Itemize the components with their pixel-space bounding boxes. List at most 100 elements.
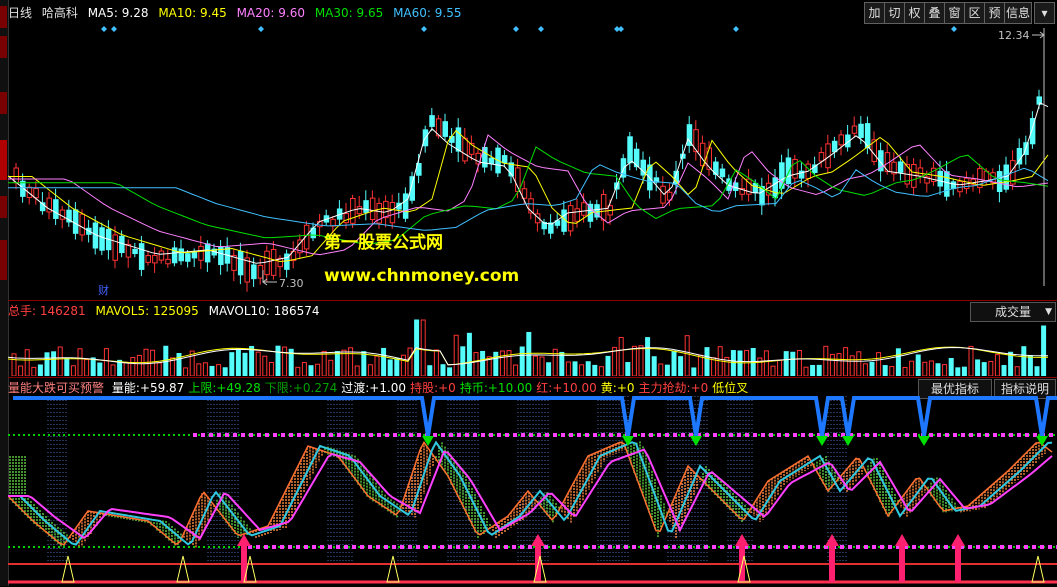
volume-bar: [889, 366, 895, 376]
volume-bar: [618, 336, 624, 376]
oscillator-line: [8, 440, 1053, 546]
volume-bar: [249, 345, 255, 376]
volume-bar: [902, 366, 908, 376]
volume-bar: [420, 319, 426, 376]
volume-bar: [1027, 354, 1033, 376]
watermark-title: 第一股票公式网: [324, 232, 443, 253]
low-price-label: 7.30: [279, 277, 304, 290]
volume-bar: [790, 351, 796, 376]
candle-body: [330, 218, 336, 227]
indicator-name[interactable]: 量能大跌可买预警: [8, 381, 104, 395]
volume-bar: [645, 337, 651, 376]
volume-bar: [513, 364, 519, 376]
indicator-readout-label: 持币:: [459, 381, 488, 395]
red-up-arrow-icon: [951, 534, 965, 582]
indicator-chart[interactable]: [8, 396, 1057, 586]
volume-bar: [532, 355, 538, 376]
candle-body: [185, 253, 191, 262]
volume-chart[interactable]: [8, 318, 1057, 376]
volume-bar: [130, 356, 136, 376]
indicator-readout-label: 红:: [536, 381, 553, 395]
volume-bar: [315, 363, 321, 376]
toolbar-alert-button[interactable]: 预: [984, 2, 1005, 24]
candle-body: [270, 249, 277, 276]
indicator-readout-value: +59.87: [139, 381, 185, 395]
candle-body: [119, 235, 125, 254]
volume-bar: [796, 349, 802, 376]
candle-body: [996, 171, 1003, 193]
volume-bar: [671, 350, 677, 376]
volume-bar: [948, 357, 954, 376]
candle-body: [897, 161, 904, 173]
price-signal-markers: [101, 26, 957, 32]
volume-bar: [216, 364, 222, 376]
volume-bar: [856, 351, 862, 376]
volume-bar: [803, 366, 809, 376]
candle-body: [112, 234, 118, 261]
candle-body: [145, 255, 151, 263]
left-tab[interactable]: [0, 196, 7, 218]
candle-body: [198, 245, 204, 261]
candle-body: [660, 185, 666, 204]
green-down-arrow-icon: [816, 436, 828, 446]
volume-bar: [684, 335, 690, 376]
volume-bar: [975, 359, 981, 376]
price-chart[interactable]: 12.34 7.30 财 第一股票公式网 www.chnmoney.com: [8, 24, 1057, 300]
volume-bar: [757, 357, 763, 376]
volume-bar: [526, 331, 532, 376]
candle-body: [257, 264, 264, 279]
volume-bar: [308, 365, 314, 376]
candle-body: [369, 197, 376, 221]
indicator-readout: 红:+10.00: [536, 381, 596, 395]
volume-bar: [882, 365, 888, 376]
finance-marker[interactable]: 财: [98, 283, 109, 297]
ma30-value: 9.65: [356, 6, 384, 20]
ma10-value: 9.45: [200, 6, 227, 20]
red-up-arrow-icon: [531, 534, 545, 582]
candle-body: [719, 168, 726, 178]
toolbar-window-button[interactable]: 窗: [944, 2, 965, 24]
ma20-value: 9.60: [278, 6, 305, 20]
candle-body: [488, 157, 495, 164]
volume-bar: [862, 363, 868, 376]
mavol5-readout: MAVOL5: 125095: [96, 304, 199, 318]
toolbar-menu-button[interactable]: ▾: [1034, 2, 1055, 24]
red-up-arrow-icon: [237, 534, 251, 582]
toolbar-add-button[interactable]: 加: [864, 2, 885, 24]
toolbar-switch-button[interactable]: 切: [884, 2, 905, 24]
left-tab-active[interactable]: [0, 140, 7, 180]
ma60-readout: MA60: 9.55: [393, 6, 461, 20]
left-tab[interactable]: [0, 240, 7, 280]
volume-bar: [407, 347, 413, 376]
left-tab[interactable]: [0, 92, 7, 114]
volume-bar: [585, 361, 591, 376]
toolbar-range-button[interactable]: 区: [964, 2, 985, 24]
volume-bar: [651, 356, 657, 376]
volume-bar: [876, 352, 882, 376]
volume-bar: [691, 367, 697, 376]
red-up-arrow-icon: [735, 534, 749, 582]
ma30-label: MA30:: [314, 6, 353, 20]
left-tab[interactable]: [0, 36, 7, 58]
volume-bar: [381, 347, 387, 376]
indicator-readout: 黄:+0: [601, 381, 635, 395]
indicator-readout-label: 过渡:: [341, 381, 370, 395]
volume-bar: [777, 359, 783, 376]
volume-bar: [1041, 325, 1047, 376]
candle-body: [772, 177, 778, 199]
volume-bar: [453, 334, 459, 376]
toolbar-rights-button[interactable]: 权: [904, 2, 925, 24]
volume-bar: [763, 350, 769, 376]
toolbar-info-button[interactable]: 信息: [1004, 2, 1032, 24]
volume-bar: [282, 346, 288, 376]
volume-bar: [394, 358, 400, 376]
volume-bar: [816, 364, 822, 376]
candle-body: [950, 181, 957, 190]
volume-bar: [84, 359, 90, 376]
toolbar-overlay-button[interactable]: 叠: [924, 2, 945, 24]
ma5-readout: MA5: 9.28: [88, 6, 149, 20]
stock-name: 哈高科: [41, 6, 78, 20]
left-tab[interactable]: [0, 6, 7, 28]
candle-body: [383, 200, 389, 219]
period-label[interactable]: 日线: [8, 6, 32, 20]
